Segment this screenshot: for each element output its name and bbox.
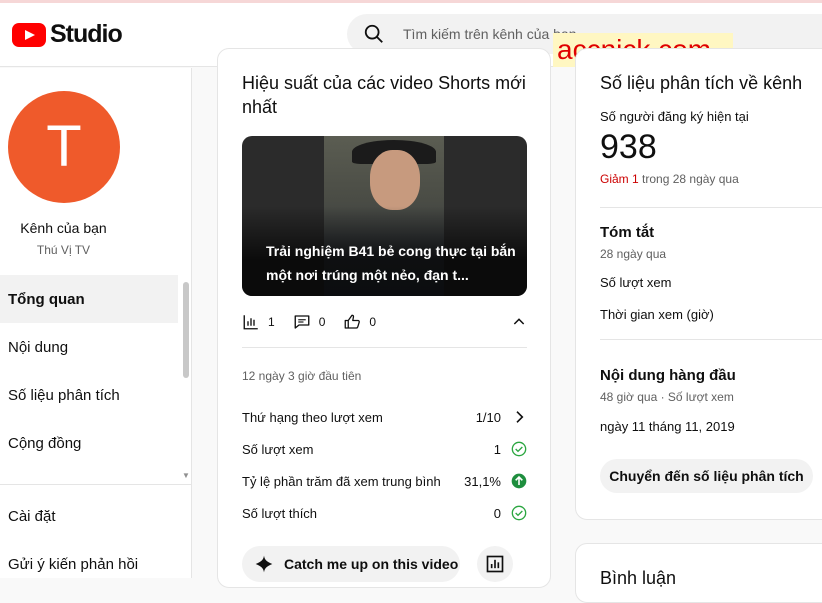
likes-stat: 0 — [343, 313, 376, 331]
sidebar-nav: Tổng quan Nội dung Số liệu phân tích Cộn… — [0, 275, 178, 467]
metric-row-avg-viewed: Tỷ lệ phần trăm đã xem trung bình 31,1% — [242, 465, 527, 497]
channel-label: Kênh của bạn — [20, 220, 107, 236]
go-to-analytics-button[interactable]: Chuyển đến số liệu phân tích — [600, 459, 813, 493]
sidebar-scrollbar[interactable] — [183, 282, 189, 378]
comments-count: 0 — [318, 315, 326, 329]
comment-icon — [294, 315, 310, 329]
summary-metric-watch-time: Thời gian xem (giờ) — [600, 307, 714, 322]
thumbnail-face — [370, 150, 420, 210]
sidebar-item-dashboard[interactable]: Tổng quan — [0, 275, 178, 323]
subscribers-change: Giảm 1 trong 28 ngày qua — [600, 172, 739, 186]
metric-row-rank[interactable]: Thứ hạng theo lượt xem 1/10 — [242, 401, 527, 433]
sidebar-item-content[interactable]: Nội dung — [0, 323, 178, 371]
summary-metric-views: Số lượt xem — [600, 275, 672, 290]
sidebar-item-community[interactable]: Cộng đồng — [0, 419, 178, 467]
top-content-subtitle: 48 giờ qua · Số lượt xem — [600, 390, 734, 404]
card-title: Hiệu suất của các video Shorts mới nhất — [242, 73, 526, 117]
video-title[interactable]: Trải nghiệm B41 bẻ cong thực tại bắn một… — [266, 239, 516, 287]
comments-card: Bình luận — [575, 543, 822, 603]
metric-label: Số lượt xem — [242, 441, 314, 457]
studio-logo[interactable]: Studio — [12, 20, 123, 49]
top-content-date: ngày 11 tháng 11, 2019 — [600, 419, 735, 434]
card-title: Bình luận — [600, 568, 677, 588]
first-period-label: 12 ngày 3 giờ đầu tiên — [242, 369, 362, 383]
shorts-performance-card: Hiệu suất của các video Shorts mới nhất … — [217, 48, 551, 588]
top-content-title: Nội dung hàng đầu — [600, 367, 736, 384]
divider — [242, 347, 527, 348]
metric-value: 1/10 — [475, 409, 501, 425]
metric-value: 31,1% — [464, 473, 501, 489]
metrics-list: Thứ hạng theo lượt xem 1/10 Số lượt xem … — [242, 401, 527, 529]
catch-me-up-label: Catch me up on this video — [284, 556, 459, 572]
analytics-button[interactable] — [477, 546, 513, 582]
check-circle-icon — [511, 441, 527, 457]
chevron-right-icon[interactable] — [511, 409, 527, 425]
video-thumbnail[interactable]: Trải nghiệm B41 bẻ cong thực tại bắn một… — [242, 136, 527, 296]
decrease-period: trong 28 ngày qua — [642, 172, 739, 186]
analytics-icon — [486, 555, 504, 573]
brand-name: Studio — [50, 20, 123, 48]
summary-period: 28 ngày qua — [600, 247, 667, 261]
check-circle-icon — [511, 505, 527, 521]
video-stats: 1 0 0 — [242, 312, 527, 332]
chevron-up-icon[interactable] — [511, 314, 527, 330]
arrow-up-circle-icon — [511, 473, 527, 489]
metric-value: 1 — [493, 441, 501, 457]
metric-row-views: Số lượt xem 1 — [242, 433, 527, 465]
comments-stat: 0 — [293, 313, 326, 331]
thumbs-up-icon — [344, 314, 361, 329]
sidebar-divider — [0, 484, 192, 485]
sidebar-item-analytics[interactable]: Số liệu phân tích — [0, 371, 178, 419]
sidebar: T Kênh của bạn Thú Vị TV Tổng quan Nội d… — [0, 68, 192, 578]
divider — [600, 207, 822, 208]
metric-value: 0 — [493, 505, 501, 521]
decrease-value: Giảm 1 — [600, 172, 639, 186]
metric-label: Số lượt thích — [242, 505, 318, 521]
channel-analytics-card: Số liệu phân tích về kênh Số người đăng … — [575, 48, 822, 520]
sidebar-item-feedback[interactable]: Gửi ý kiến phản hồi — [0, 540, 178, 588]
sparkle-icon — [255, 555, 273, 573]
subscribers-count: 938 — [600, 128, 657, 166]
sidebar-bottom-nav: Cài đặt Gửi ý kiến phản hồi — [0, 492, 178, 588]
search-icon — [364, 24, 383, 43]
likes-count: 0 — [369, 315, 377, 329]
youtube-logo-icon — [12, 22, 46, 47]
metric-label: Tỷ lệ phần trăm đã xem trung bình — [242, 473, 441, 489]
sidebar-item-settings[interactable]: Cài đặt — [0, 492, 178, 540]
metric-label: Thứ hạng theo lượt xem — [242, 409, 383, 425]
channel-avatar[interactable]: T — [8, 91, 120, 203]
scroll-down-icon[interactable]: ▼ — [182, 471, 190, 480]
subscribers-label: Số người đăng ký hiện tại — [600, 109, 749, 124]
bar-chart-icon — [243, 315, 258, 330]
views-count: 1 — [268, 315, 275, 329]
metric-row-likes: Số lượt thích 0 — [242, 497, 527, 529]
catch-me-up-button[interactable]: Catch me up on this video — [242, 546, 460, 582]
views-stat: 1 — [242, 313, 275, 331]
channel-name: Thú Vị TV — [36, 243, 91, 257]
summary-title: Tóm tắt — [600, 224, 655, 241]
card-title: Số liệu phân tích về kênh — [600, 73, 803, 93]
divider — [600, 339, 822, 340]
